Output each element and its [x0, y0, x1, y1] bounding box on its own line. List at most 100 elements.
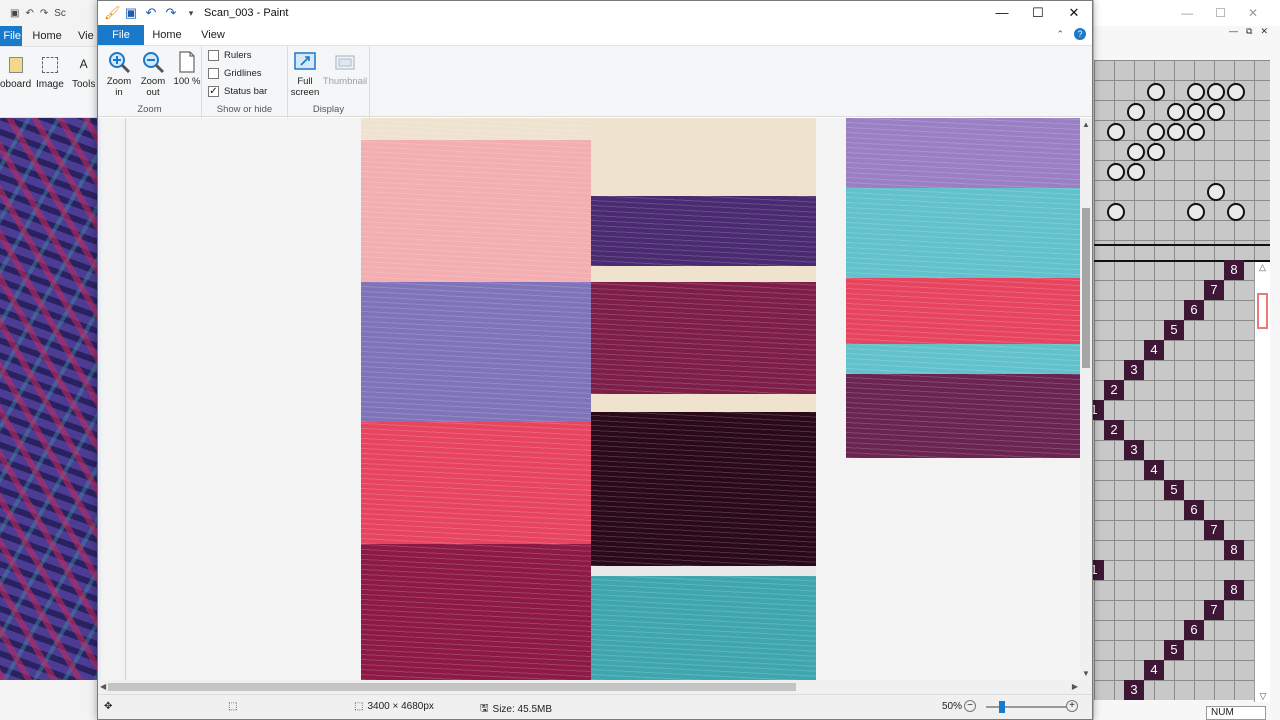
- inner-restore-icon[interactable]: ⧉: [1246, 26, 1252, 40]
- zoom-slider-knob[interactable]: [999, 701, 1005, 713]
- tab-view[interactable]: View: [190, 29, 236, 41]
- paint-app-icon: 🖌: [104, 5, 121, 20]
- yarn-card-middle: [591, 118, 816, 680]
- draft-number-cell: 7: [1204, 600, 1224, 620]
- tab-home[interactable]: Home: [144, 29, 190, 41]
- background-tab-view[interactable]: Vie: [62, 30, 100, 42]
- display-group: Full screen Thumbnail Display: [288, 46, 370, 118]
- draft-number-cell: 6: [1184, 500, 1204, 520]
- background-tab-file[interactable]: File: [0, 26, 23, 46]
- background-image[interactable]: Image: [36, 57, 64, 90]
- close-icon[interactable]: ✕: [1248, 6, 1258, 20]
- close-button[interactable]: ✕: [1056, 1, 1092, 25]
- draft-number-cell: 6: [1184, 300, 1204, 320]
- zoom-out-button[interactable]: Zoom out: [136, 50, 170, 98]
- yarn-swatch-purple: [591, 196, 816, 266]
- background-tab-home[interactable]: Home: [22, 30, 61, 42]
- title-bar: 🖌 ▣ ↶ ↷ ▾ Scan_003 - Paint — ☐ ✕: [98, 1, 1092, 25]
- window-controls: — ☐ ✕: [984, 1, 1092, 25]
- draft-number-cell: 8: [1224, 540, 1244, 560]
- scroll-up-icon[interactable]: ▲: [1080, 120, 1092, 129]
- inner-close-icon[interactable]: ✕: [1260, 26, 1268, 40]
- zoom-out-small-button[interactable]: −: [964, 700, 976, 712]
- cursor-position: ✥: [104, 701, 112, 712]
- rulers-checkbox[interactable]: Rulers: [208, 50, 251, 61]
- minimize-icon[interactable]: —: [1181, 6, 1193, 20]
- yarn-swatch-aqua-band: [846, 344, 1080, 374]
- scroll-down-icon[interactable]: ▼: [1080, 669, 1092, 678]
- selection-size: ⬚: [228, 701, 237, 712]
- yarn-swatch-coral-right: [846, 278, 1080, 344]
- yarn-swatch-dark-maroon: [591, 412, 816, 566]
- draft-circle: [1227, 83, 1245, 101]
- status-bar-checkbox-box[interactable]: ✓: [208, 86, 219, 97]
- redo-icon: ↷: [39, 7, 49, 19]
- yarn-swatch-burgundy: [361, 544, 591, 680]
- thumbnail-button[interactable]: Thumbnail: [322, 50, 368, 87]
- draft-circle: [1167, 103, 1185, 121]
- scroll-down-arrow-icon[interactable]: ▽: [1255, 691, 1271, 702]
- customize-qat-icon[interactable]: ▾: [184, 8, 198, 19]
- zoom-100-button[interactable]: 100 %: [170, 50, 204, 87]
- weave-draft-grid[interactable]: 8 7 6 5 4 3 2 1 2 3 4 5 6 7 8 1 8 7 6 5 …: [1084, 60, 1270, 700]
- background-tabs: File Home Vie: [0, 26, 100, 46]
- draft-circle: [1127, 143, 1145, 161]
- disk-icon: 🖫: [480, 703, 489, 714]
- yarn-swatch-teal: [591, 576, 816, 680]
- minimize-button[interactable]: —: [984, 1, 1020, 25]
- zoom-in-button[interactable]: Zoom in: [102, 50, 136, 98]
- draft-vertical-scrollbar[interactable]: △ ▽: [1254, 262, 1270, 702]
- canvas-horizontal-scrollbar[interactable]: ◀ ▶: [98, 680, 1092, 694]
- draft-number-cell: 2: [1104, 420, 1124, 440]
- collapse-ribbon-icon[interactable]: ⌃: [1056, 29, 1064, 40]
- zoom-slider[interactable]: [986, 701, 1066, 713]
- draft-number-cell: 5: [1164, 480, 1184, 500]
- tab-file[interactable]: File: [98, 25, 144, 45]
- save-icon[interactable]: ▣: [124, 5, 138, 21]
- redo-icon[interactable]: ↷: [164, 5, 178, 21]
- draft-circle: [1147, 83, 1165, 101]
- status-bar-checkbox[interactable]: ✓ Status bar: [208, 86, 267, 97]
- vertical-scroll-thumb[interactable]: [1082, 208, 1090, 368]
- draft-circle: [1207, 103, 1225, 121]
- gridlines-checkbox[interactable]: Gridlines: [208, 68, 262, 79]
- scroll-up-arrow-icon[interactable]: △: [1255, 262, 1270, 273]
- background-right-menubar: — ⧉ ✕: [1094, 26, 1280, 40]
- inner-minimize-icon[interactable]: —: [1229, 26, 1238, 40]
- background-window-right: — ☐ ✕ — ⧉ ✕ 8 7 6 5 4 3 2 1 2 3 4 5 6 7 …: [1084, 0, 1280, 720]
- draft-circle: [1187, 203, 1205, 221]
- knitted-fabric-image: [0, 118, 97, 680]
- window-title: Scan_003 - Paint: [204, 7, 289, 19]
- scroll-left-icon[interactable]: ◀: [100, 680, 106, 694]
- card-gap: [591, 266, 816, 282]
- show-hide-group-label: Show or hide: [216, 104, 273, 115]
- zoom-in-label: Zoom in: [106, 76, 132, 98]
- maximize-icon[interactable]: ☐: [1215, 6, 1226, 20]
- canvas-vertical-scrollbar[interactable]: ▲ ▼: [1080, 118, 1092, 680]
- scroll-right-icon[interactable]: ▶: [1072, 680, 1078, 694]
- scanned-yarn-image[interactable]: [101, 118, 1080, 680]
- background-tools[interactable]: A Tools: [72, 57, 95, 90]
- draft-circle: [1207, 83, 1225, 101]
- canvas-area[interactable]: ▲ ▼: [98, 118, 1092, 680]
- zoom-in-small-button[interactable]: +: [1066, 700, 1078, 712]
- yarn-swatch-lavender: [361, 282, 591, 422]
- zoom-out-icon: [143, 52, 165, 74]
- yarn-swatch-plum-right: [846, 374, 1080, 458]
- full-screen-button[interactable]: Full screen: [288, 50, 322, 98]
- rulers-checkbox-box[interactable]: [208, 50, 219, 61]
- yarn-swatch-aqua: [846, 188, 1080, 278]
- help-icon[interactable]: ?: [1074, 28, 1086, 40]
- status-bar: ✥ ⬚ ⬚ 3400 × 4680px 🖫 Size: 45.5MB 50% −…: [98, 694, 1092, 719]
- yarn-swatch-coral: [361, 422, 591, 544]
- yarn-card-right: [846, 118, 1080, 458]
- horizontal-scroll-thumb[interactable]: [108, 683, 796, 691]
- maximize-button[interactable]: ☐: [1020, 1, 1056, 25]
- card-top: [591, 118, 816, 196]
- gridlines-checkbox-box[interactable]: [208, 68, 219, 79]
- background-window-left: ▣ ↶ ↷ Sc File Home Vie oboard Image A To…: [0, 0, 100, 720]
- select-icon: [41, 57, 58, 73]
- draft-number-cell: 4: [1144, 340, 1164, 360]
- undo-icon[interactable]: ↶: [144, 5, 158, 21]
- background-clipboard[interactable]: oboard: [0, 57, 31, 90]
